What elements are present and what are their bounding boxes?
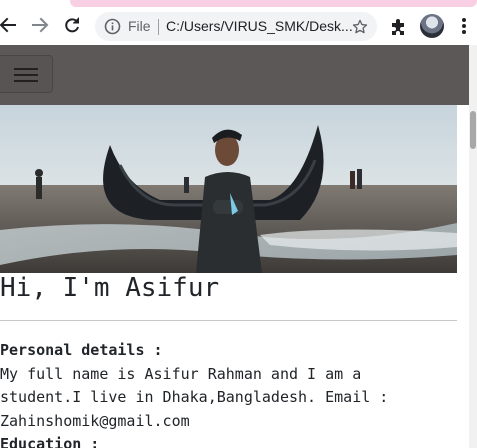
back-arrow-icon	[0, 17, 16, 33]
forward-button[interactable]	[26, 11, 54, 39]
scrollbar-thumb[interactable]	[470, 111, 476, 149]
page-title: Hi, I'm Asifur	[0, 273, 220, 303]
kebab-menu-icon[interactable]	[455, 15, 473, 37]
address-divider	[158, 19, 159, 35]
site-navbar	[0, 45, 469, 105]
education-heading: Education :	[0, 435, 100, 448]
personal-details-line: Zahinshomik@gmail.com	[0, 412, 190, 430]
reload-icon	[65, 17, 79, 33]
forward-arrow-icon	[32, 17, 49, 33]
star-icon[interactable]	[351, 18, 369, 36]
avatar[interactable]	[420, 14, 444, 38]
hamburger-icon[interactable]	[0, 55, 53, 93]
personal-details-line: My full name is Asifur Rahman and I am a	[0, 365, 362, 383]
browser-toolbar: File C:/Users/VIRUS_SMK/Desk...	[0, 8, 477, 45]
personal-details-line: student.I live in Dhaka,Bangladesh. Emai…	[0, 388, 389, 406]
page-viewport: Hi, I'm Asifur Personal details : My ful…	[0, 45, 477, 448]
puzzle-icon[interactable]	[388, 16, 410, 38]
divider	[0, 320, 457, 321]
url-scheme-label: File	[128, 18, 151, 34]
active-tab[interactable]	[70, 0, 477, 7]
reload-button[interactable]	[58, 11, 86, 39]
vertical-scrollbar[interactable]	[469, 45, 477, 448]
hero-image	[0, 105, 457, 273]
tab-strip	[0, 0, 477, 8]
address-bar[interactable]: File C:/Users/VIRUS_SMK/Desk...	[95, 12, 377, 41]
personal-details-heading: Personal details :	[0, 341, 163, 359]
back-button[interactable]	[0, 11, 22, 39]
info-icon[interactable]	[104, 18, 121, 35]
url-text[interactable]: C:/Users/VIRUS_SMK/Desk...	[166, 18, 353, 34]
